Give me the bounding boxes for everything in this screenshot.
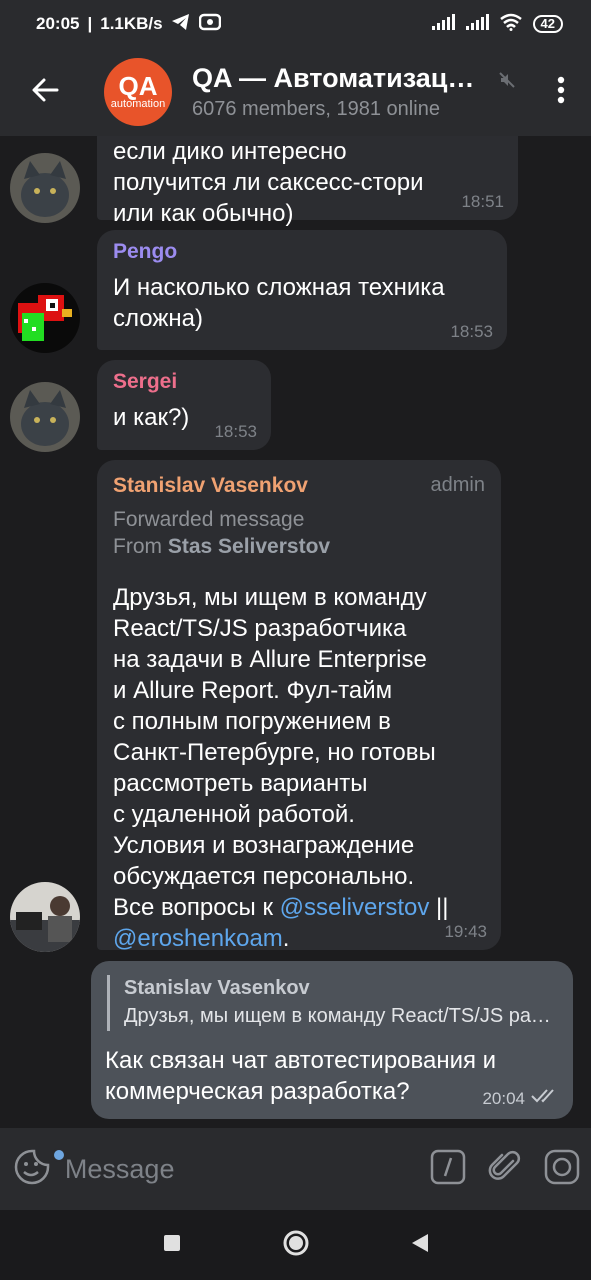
- group-avatar[interactable]: QA automation: [104, 58, 172, 126]
- chat-header: QA automation QA — Автоматизац… 6076 mem…: [0, 48, 591, 136]
- mention-link[interactable]: @eroshenkoam: [113, 925, 283, 952]
- reply-text: Друзья, мы ищем в команду React/TS/JS ра…: [124, 1005, 559, 1027]
- command-button[interactable]: [419, 1128, 476, 1210]
- system-nav-bar: [0, 1210, 591, 1280]
- message-time: 18:53: [214, 422, 257, 441]
- message-text: обсуждается персонально.: [113, 863, 415, 890]
- message-text-line: @eroshenkoam.: [113, 925, 290, 952]
- paperclip-icon: [487, 1149, 523, 1190]
- message-time: 19:43: [444, 922, 487, 941]
- chat-subtitle: 6076 members, 1981 online: [192, 98, 440, 120]
- message-text: Санкт-Петербурге, но готовы: [113, 739, 436, 766]
- message-input[interactable]: [64, 1153, 419, 1185]
- mute-icon: [498, 71, 516, 94]
- message-text: Как связан чат автотестирования и: [105, 1047, 497, 1074]
- double-check-icon: [531, 1088, 559, 1109]
- message-bubble[interactable]: Pengo И насколько сложная техника сложна…: [97, 230, 507, 350]
- sender-name[interactable]: Stanislav Vasenkov: [113, 474, 485, 498]
- avatar[interactable]: [10, 153, 80, 223]
- arrow-left-icon: [30, 75, 60, 110]
- avatar[interactable]: [10, 882, 80, 952]
- battery-icon: 42: [532, 15, 563, 33]
- message-bubble[interactable]: Stanislav Vasenkov admin Forwarded messa…: [97, 460, 501, 952]
- wifi-icon: [499, 13, 523, 36]
- forwarded-label: Forwarded message: [113, 508, 305, 531]
- message-text: и Allure Report. Фул-тайм: [113, 677, 393, 704]
- back-button[interactable]: [0, 48, 90, 136]
- sender-name[interactable]: Sergei: [113, 370, 255, 394]
- message-text: или как обычно): [113, 200, 294, 227]
- telegram-notif-icon: [171, 13, 191, 36]
- avatar[interactable]: [10, 283, 80, 353]
- reply-author: Stanislav Vasenkov: [124, 977, 310, 999]
- message-text: сложна): [113, 305, 203, 332]
- message-text: React/TS/JS разработчика: [113, 615, 407, 642]
- avatar[interactable]: [10, 382, 80, 452]
- message-text-line: Все вопросы к @sseliverstov ||: [113, 894, 449, 921]
- message-list[interactable]: если дико интересно получится ли саксесс…: [0, 136, 591, 1128]
- message-text: получится ли саксесс-стори: [113, 169, 424, 196]
- camera-icon: [543, 1148, 581, 1191]
- message-text: если дико интересно: [113, 138, 347, 165]
- chat-info[interactable]: QA — Автоматизац… 6076 members, 1981 onl…: [192, 63, 492, 121]
- composer: [0, 1128, 591, 1210]
- message-text: И насколько сложная техника: [113, 274, 445, 301]
- attach-button[interactable]: [476, 1128, 533, 1210]
- avatar-subtext: automation: [110, 98, 166, 110]
- camera-button[interactable]: [534, 1128, 591, 1210]
- back-nav-button[interactable]: [410, 1232, 430, 1259]
- command-slash-icon: [430, 1149, 466, 1190]
- more-menu-button[interactable]: [531, 48, 591, 136]
- message-time: 20:04: [482, 1088, 525, 1108]
- status-bar: 20:05 | 1.1KB/s 42: [0, 0, 591, 48]
- sender-name[interactable]: Pengo: [113, 240, 491, 264]
- more-vertical-icon: [557, 76, 565, 109]
- mention-link[interactable]: @sseliverstov: [280, 894, 430, 921]
- notification-dot: [52, 1148, 66, 1162]
- message-text: Условия и вознаграждение: [113, 832, 415, 859]
- recents-button[interactable]: [162, 1233, 182, 1258]
- home-button[interactable]: [282, 1229, 310, 1262]
- forwarded-from[interactable]: From Stas Seliverstov: [113, 533, 485, 560]
- emoji-button[interactable]: [0, 1128, 66, 1210]
- network-speed: 1.1KB/s: [100, 14, 163, 33]
- avatar-text: QA: [118, 71, 158, 101]
- own-message-bubble[interactable]: Stanislav Vasenkov Друзья, мы ищем в ком…: [91, 961, 573, 1119]
- sticker-icon: [13, 1148, 51, 1191]
- message-text: с полным погружением в: [113, 708, 391, 735]
- cast-icon: [198, 13, 221, 36]
- message-text: рассмотреть варианты: [113, 770, 368, 797]
- message-text: Друзья, мы ищем в команду: [113, 584, 427, 611]
- message-time: 18:53: [450, 322, 493, 341]
- message-text: на задачи в Allure Enterprise: [113, 646, 427, 673]
- message-text: с удаленной работой.: [113, 801, 355, 828]
- signal-icon: [431, 13, 455, 35]
- clock: 20:05: [36, 14, 80, 33]
- chat-title: QA — Автоматизац…: [192, 63, 475, 93]
- message-time: 18:51: [461, 192, 504, 211]
- signal-icon: [465, 13, 489, 35]
- message-bubble[interactable]: если дико интересно получится ли саксесс…: [97, 136, 518, 227]
- reply-preview[interactable]: Stanislav Vasenkov Друзья, мы ищем в ком…: [107, 975, 559, 1031]
- message-bubble[interactable]: Sergei и как?) 18:53: [97, 360, 271, 450]
- admin-badge: admin: [430, 474, 485, 496]
- forwarded-author[interactable]: Stas Seliverstov: [168, 535, 330, 558]
